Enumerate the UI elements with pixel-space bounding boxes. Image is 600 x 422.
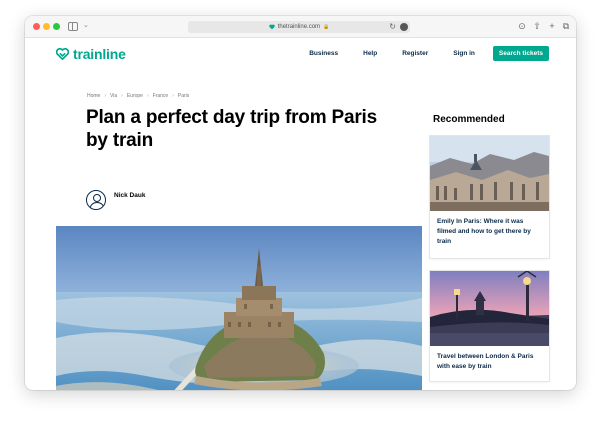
recommended-card[interactable]: Emily In Paris: Where it was filmed and … bbox=[430, 136, 549, 258]
heart-logo-icon bbox=[56, 48, 69, 60]
main-nav: Business Help Register Sign in Search ti… bbox=[284, 46, 549, 61]
logo-text: trainline bbox=[73, 46, 126, 62]
maximize-window-button[interactable] bbox=[53, 23, 60, 30]
breadcrumb-separator-icon: › bbox=[172, 93, 174, 99]
author-name[interactable]: Nick Dauk bbox=[114, 192, 145, 199]
page-content: trainline Business Help Register Sign in… bbox=[25, 38, 576, 390]
nav-help[interactable]: Help bbox=[363, 50, 377, 57]
card-title[interactable]: Travel between London & Paris with ease … bbox=[430, 346, 549, 378]
share-icon[interactable]: ⇧ bbox=[531, 21, 543, 32]
search-tickets-button[interactable]: Search tickets bbox=[492, 46, 549, 61]
download-icon[interactable]: ⊙ bbox=[516, 21, 528, 32]
tab-overview-icon[interactable]: ⧉ bbox=[560, 21, 572, 32]
user-avatar-icon bbox=[86, 190, 106, 210]
breadcrumb-paris[interactable]: Paris bbox=[178, 93, 189, 99]
trainline-favicon-icon bbox=[269, 24, 275, 30]
card-title[interactable]: Emily In Paris: Where it was filmed and … bbox=[430, 211, 549, 252]
breadcrumb-france[interactable]: France bbox=[153, 93, 169, 99]
breadcrumb: Home › Via › Europe › France › Paris bbox=[87, 93, 189, 99]
breadcrumb-home[interactable]: Home bbox=[87, 93, 100, 99]
recommended-heading: Recommended bbox=[433, 114, 505, 125]
card-image-paris-rooftops bbox=[430, 136, 549, 211]
url-text: thetrainline.com bbox=[277, 24, 321, 30]
minimize-window-button[interactable] bbox=[43, 23, 50, 30]
address-bar[interactable]: thetrainline.com 🔒 ↻ bbox=[188, 21, 410, 33]
extension-icon[interactable] bbox=[400, 23, 408, 31]
nav-sign-in[interactable]: Sign in bbox=[453, 50, 475, 57]
article-title: Plan a perfect day trip from Paris by tr… bbox=[86, 107, 377, 151]
breadcrumb-separator-icon: › bbox=[121, 93, 123, 99]
browser-window: ⌄ thetrainline.com 🔒 ↻ ⊙ ⇧ + ⧉ trainline… bbox=[25, 16, 576, 390]
recommended-card[interactable]: Travel between London & Paris with ease … bbox=[430, 271, 549, 381]
trainline-logo[interactable]: trainline bbox=[56, 46, 126, 62]
author-byline: Nick Dauk bbox=[86, 190, 145, 210]
breadcrumb-via[interactable]: Via bbox=[110, 93, 117, 99]
breadcrumb-europe[interactable]: Europe bbox=[127, 93, 143, 99]
new-tab-icon[interactable]: + bbox=[546, 21, 558, 31]
lock-icon: 🔒 bbox=[323, 24, 330, 30]
nav-business[interactable]: Business bbox=[309, 50, 338, 57]
nav-register[interactable]: Register bbox=[402, 50, 428, 57]
card-image-paris-bridge bbox=[430, 271, 549, 346]
hero-image-mont-saint-michel bbox=[56, 226, 422, 390]
browser-chrome: ⌄ thetrainline.com 🔒 ↻ ⊙ ⇧ + ⧉ bbox=[25, 16, 576, 38]
reload-icon[interactable]: ↻ bbox=[389, 22, 396, 31]
sidebar-icon[interactable] bbox=[68, 22, 78, 31]
breadcrumb-separator-icon: › bbox=[146, 93, 149, 99]
breadcrumb-separator-icon: › bbox=[104, 93, 107, 99]
close-window-button[interactable] bbox=[33, 23, 40, 30]
chevron-down-icon[interactable]: ⌄ bbox=[83, 21, 89, 29]
